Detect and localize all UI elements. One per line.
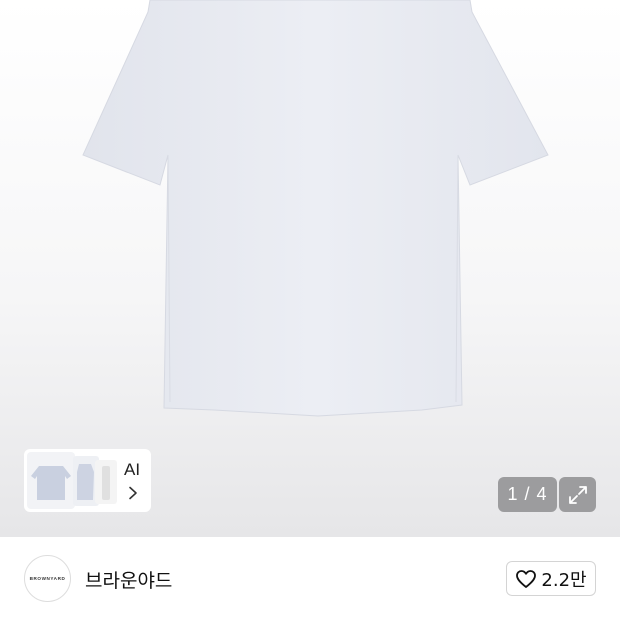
expand-image-button[interactable] bbox=[559, 477, 596, 512]
image-page-counter: 1 / 4 bbox=[498, 477, 557, 512]
ai-label[interactable]: AI bbox=[124, 460, 140, 480]
brand-name[interactable]: 브라운야드 bbox=[85, 566, 172, 593]
product-image-gallery[interactable]: AI 1 / 4 bbox=[0, 0, 620, 537]
like-button[interactable]: 2.2만 bbox=[506, 561, 596, 596]
heart-icon bbox=[516, 569, 537, 588]
brand-logo[interactable]: BROWNYARD bbox=[24, 555, 71, 602]
brand-logo-text: BROWNYARD bbox=[29, 576, 66, 581]
ai-styling-card[interactable] bbox=[24, 449, 151, 512]
brand-bar: BROWNYARD 브라운야드 2.2만 bbox=[0, 537, 620, 620]
expand-arrows-icon bbox=[568, 485, 587, 504]
ai-thumbnail-images bbox=[27, 452, 117, 509]
chevron-right-icon[interactable] bbox=[127, 486, 139, 500]
like-count: 2.2만 bbox=[541, 569, 587, 591]
